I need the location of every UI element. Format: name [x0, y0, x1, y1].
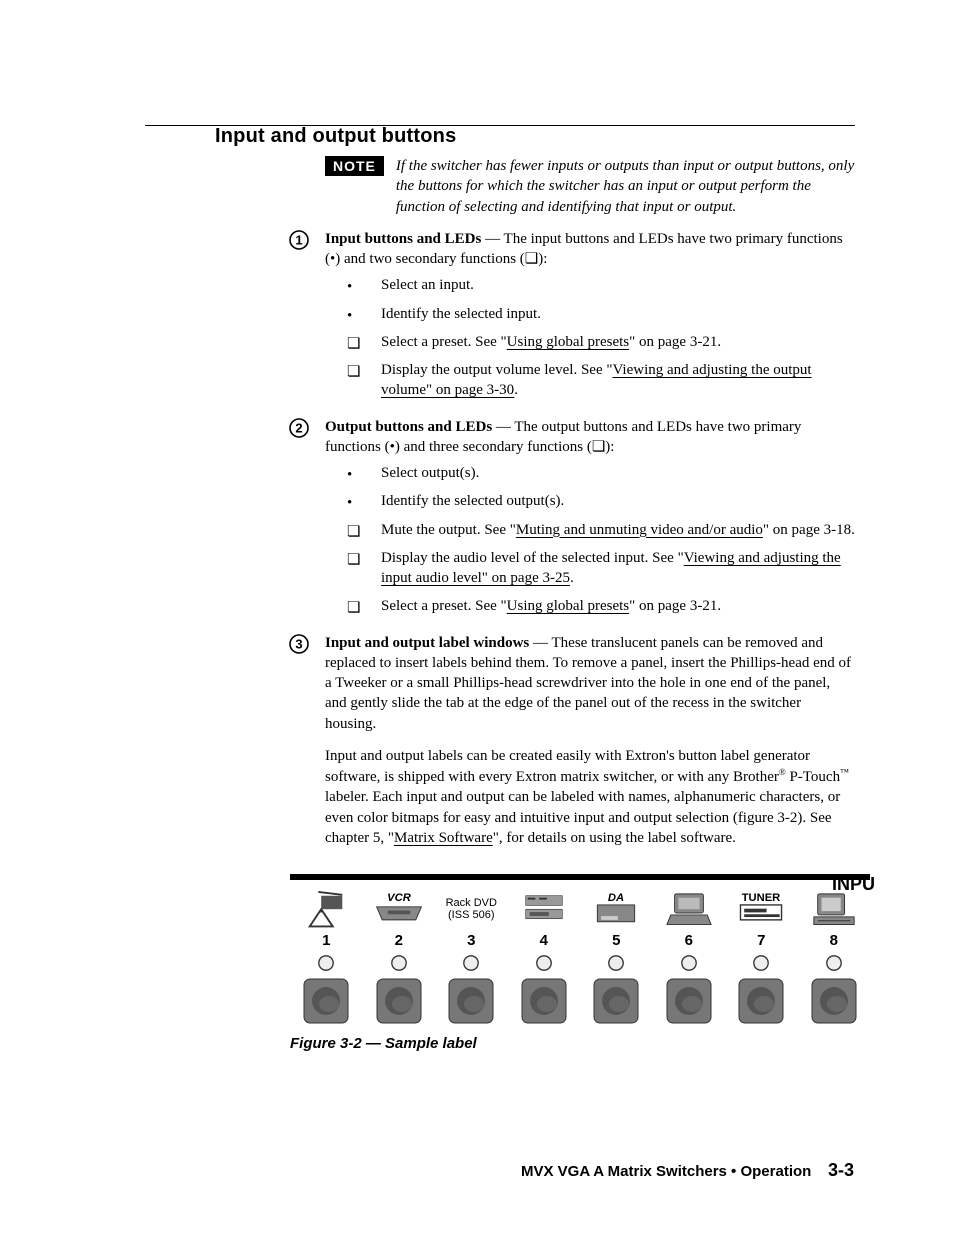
slot-1-icon [295, 888, 357, 930]
page-footer: MVX VGA A Matrix Switchers • Operation 3… [521, 1160, 854, 1181]
section-heading: Input and output buttons [215, 125, 855, 148]
item-1-bullets: •Select an input. •Identify the selected… [325, 275, 855, 400]
circled-3-icon: 3 [289, 634, 309, 654]
list-item-1: 1 Input buttons and LEDs — The input but… [325, 229, 855, 411]
input-button[interactable] [658, 977, 720, 1025]
link-global-presets-2[interactable]: Using global presets [507, 598, 629, 614]
input-button[interactable] [513, 977, 575, 1025]
link-matrix-software[interactable]: Matrix Software [394, 830, 493, 846]
slot-3-rack-dvd: Rack DVD (ISS 506) [440, 888, 502, 930]
slot-2-vcr: VCR [368, 888, 430, 930]
item-1-lead: Input buttons and LEDs [325, 231, 481, 247]
led-icon [368, 953, 430, 973]
input-button[interactable] [440, 977, 502, 1025]
input-button[interactable] [803, 977, 865, 1025]
led-icon [730, 953, 792, 973]
note-badge: NOTE [325, 156, 384, 176]
slot-4-icon [513, 888, 575, 930]
slot-6-laptop-icon [658, 888, 720, 930]
input-button[interactable] [368, 977, 430, 1025]
note-text: If the switcher has fewer inputs or outp… [396, 156, 855, 217]
slot-7-tuner: TUNER [730, 888, 792, 930]
list-item-3: 3 Input and output label windows — These… [325, 633, 855, 861]
list-item-2: 2 Output buttons and LEDs — The output b… [325, 417, 855, 627]
item-2-lead: Output buttons and LEDs [325, 419, 492, 435]
figure-caption: Figure 3-2 — Sample label [290, 1035, 855, 1052]
link-global-presets[interactable]: Using global presets [507, 334, 629, 350]
led-icon [440, 953, 502, 973]
svg-text:2: 2 [295, 420, 302, 435]
item-2-bullets: •Select output(s). •Identify the selecte… [325, 463, 855, 617]
led-icon [658, 953, 720, 973]
svg-text:VCR: VCR [387, 893, 411, 905]
input-button[interactable] [585, 977, 647, 1025]
slot-numbers: 1 2 3 4 5 6 7 8 [290, 932, 870, 949]
link-muting[interactable]: Muting and unmuting video and/or audio [516, 522, 763, 538]
led-icon [585, 953, 647, 973]
svg-text:3: 3 [295, 636, 302, 651]
svg-text:TUNER: TUNER [742, 893, 781, 905]
input-button[interactable] [295, 977, 357, 1025]
circled-2-icon: 2 [289, 418, 309, 438]
led-icon [803, 953, 865, 973]
inputs-label: INPU [832, 874, 875, 895]
svg-text:1: 1 [295, 232, 302, 247]
led-icon [513, 953, 575, 973]
circled-1-icon: 1 [289, 230, 309, 250]
item-3-lead: Input and output label windows [325, 635, 529, 651]
svg-text:DA: DA [608, 893, 624, 905]
slot-5-da: DA [585, 888, 647, 930]
input-button[interactable] [730, 977, 792, 1025]
note-block: NOTE If the switcher has fewer inputs or… [325, 156, 855, 217]
item-3-para2: Input and output labels can be created e… [325, 746, 855, 848]
figure-3-2: INPU VCR Rack DVD (ISS 506) [290, 874, 870, 1025]
led-icon [295, 953, 357, 973]
